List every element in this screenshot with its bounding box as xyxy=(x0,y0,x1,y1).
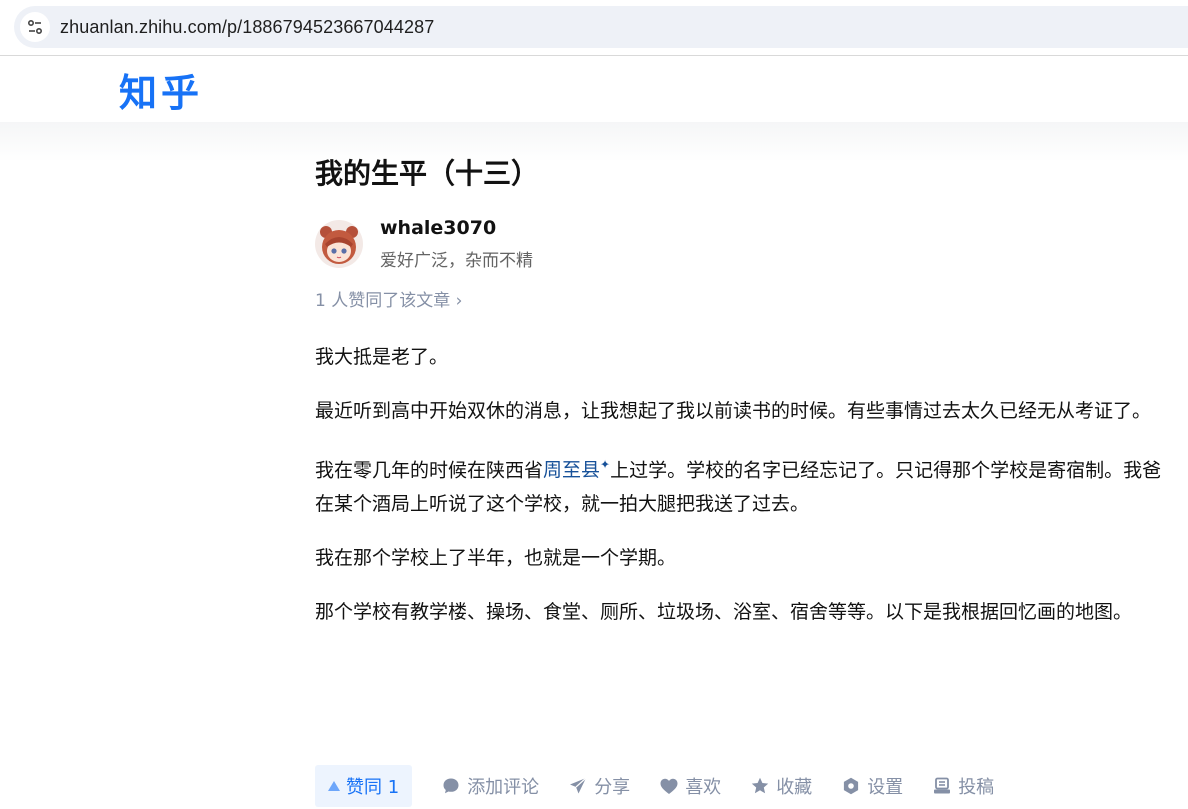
article-title: 我的生平（十三） xyxy=(315,157,540,190)
action-bar: 赞同 1 添加评论 分享 喜欢 收藏 设置 投稿 xyxy=(315,765,994,807)
tray-icon xyxy=(934,777,951,794)
paragraph: 那个学校有教学楼、操场、食堂、厕所、垃圾场、浴室、宿舍等等。以下是我根据回忆画的… xyxy=(315,601,1133,624)
site-header: 知乎 xyxy=(0,56,1188,122)
vote-label: 赞同 1 xyxy=(346,777,400,798)
url-text[interactable]: zhuanlan.zhihu.com/p/1886794523667044287 xyxy=(60,17,434,38)
submit-label: 投稿 xyxy=(958,777,995,798)
paragraph: 我在那个学校上了半年，也就是一个学期。 xyxy=(315,547,677,570)
comment-label: 添加评论 xyxy=(467,777,540,798)
settings-button[interactable]: 设置 xyxy=(842,773,903,799)
header-shadow xyxy=(0,122,1188,162)
share-button[interactable]: 分享 xyxy=(569,773,630,799)
share-label: 分享 xyxy=(594,777,631,798)
gear-icon xyxy=(844,777,859,795)
author-bio: 爱好广泛，杂而不精 xyxy=(380,251,533,271)
paragraph: 我大抵是老了。 xyxy=(315,346,449,368)
author-name[interactable]: whale3070 xyxy=(380,217,496,239)
heart-icon xyxy=(660,778,678,794)
address-bar[interactable]: zhuanlan.zhihu.com/p/1886794523667044287 xyxy=(14,6,1188,48)
paragraph: 我在零几年的时候在陕西省周至县✦上过学。学校的名字已经忘记了。只记得那个学校是寄… xyxy=(315,448,1175,521)
article-content: 我大抵是老了。 最近听到高中开始双休的消息，让我想起了我以前读书的时候。有些事情… xyxy=(315,340,1175,649)
comment-icon xyxy=(443,778,459,794)
place-link-zhouzhi[interactable]: 周至县✦ xyxy=(543,458,611,481)
comment-button[interactable]: 添加评论 xyxy=(442,773,539,799)
star-icon xyxy=(751,777,769,794)
submit-button[interactable]: 投稿 xyxy=(933,773,994,799)
vote-up-button[interactable]: 赞同 1 xyxy=(315,765,413,807)
site-settings-icon[interactable] xyxy=(20,12,50,42)
paragraph: 最近听到高中开始双休的消息，让我想起了我以前读书的时候。有些事情过去太久已经无从… xyxy=(315,400,1152,422)
zhihu-logo[interactable]: 知乎 xyxy=(119,62,203,117)
author-avatar[interactable] xyxy=(315,220,363,268)
like-label: 喜欢 xyxy=(685,777,722,798)
like-button[interactable]: 喜欢 xyxy=(660,773,721,799)
sparkle-icon: ✦ xyxy=(600,458,611,472)
likes-summary-link[interactable]: 1 人赞同了该文章 › xyxy=(315,286,462,311)
triangle-up-icon xyxy=(328,781,340,791)
place-link-text[interactable]: 周至县 xyxy=(543,459,600,481)
collect-button[interactable]: 收藏 xyxy=(751,773,812,799)
share-icon xyxy=(570,777,587,794)
paragraph-text: 我在零几年的时候在陕西省 xyxy=(315,459,544,482)
settings-label: 设置 xyxy=(867,777,904,798)
collect-label: 收藏 xyxy=(776,777,813,798)
